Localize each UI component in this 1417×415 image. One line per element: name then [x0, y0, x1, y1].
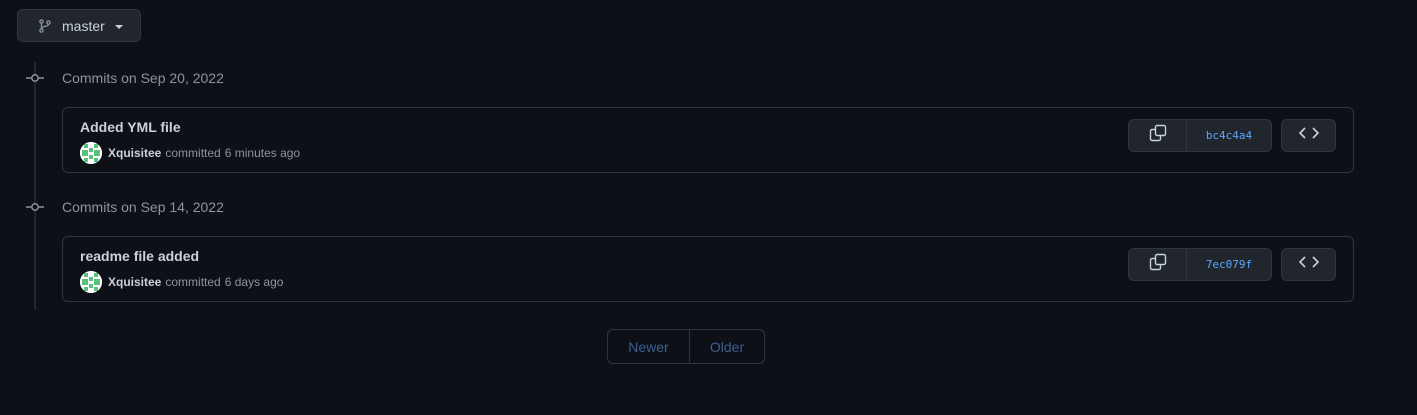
commit-time: 6 days ago	[224, 275, 284, 289]
avatar[interactable]	[80, 142, 102, 164]
commit-sha-link[interactable]: 7ec079f	[1187, 249, 1271, 280]
commit-action: committed	[165, 146, 221, 160]
branch-name: master	[62, 17, 105, 34]
code-icon	[1298, 126, 1319, 145]
commit-title-link[interactable]: readme file added	[80, 248, 199, 264]
commit-sha-link[interactable]: bc4c4a4	[1187, 120, 1271, 151]
copy-sha-button[interactable]	[1129, 120, 1187, 151]
copy-icon	[1149, 124, 1167, 147]
avatar[interactable]	[80, 271, 102, 293]
commit-group-header: Commits on Sep 20, 2022	[26, 68, 224, 88]
commit-item: Added YML file Xquisitee committed 6 min…	[62, 107, 1354, 173]
commit-meta: Xquisitee committed 6 days ago	[80, 271, 283, 293]
commit-action: committed	[165, 275, 221, 289]
pagination: Newer Older	[607, 329, 765, 364]
newer-button[interactable]: Newer	[608, 330, 690, 363]
commit-item: readme file added Xquisitee committed 6 …	[62, 236, 1354, 302]
commit-time: 6 minutes ago	[224, 146, 301, 160]
commit-sha-button-group: bc4c4a4	[1128, 119, 1272, 152]
commit-group-date: Commits on Sep 20, 2022	[62, 70, 224, 86]
commits-page: master Commits on Sep 20, 2022 Added YML…	[0, 0, 1417, 415]
commit-group-header: Commits on Sep 14, 2022	[26, 197, 224, 217]
browse-repository-button[interactable]	[1281, 119, 1336, 152]
commit-title-link[interactable]: Added YML file	[80, 119, 181, 135]
code-icon	[1298, 255, 1319, 274]
chevron-down-icon	[114, 24, 123, 29]
copy-icon	[1149, 253, 1167, 276]
branch-select-button[interactable]: master	[17, 9, 141, 42]
older-button[interactable]: Older	[690, 330, 764, 363]
browse-repository-button[interactable]	[1281, 248, 1336, 281]
commit-sha-button-group: 7ec079f	[1128, 248, 1272, 281]
git-commit-icon	[26, 199, 44, 215]
commit-meta: Xquisitee committed 6 minutes ago	[80, 142, 300, 164]
copy-sha-button[interactable]	[1129, 249, 1187, 280]
git-commit-icon	[26, 70, 44, 86]
commit-group-date: Commits on Sep 14, 2022	[62, 199, 224, 215]
commit-author[interactable]: Xquisitee	[108, 146, 161, 160]
commit-author[interactable]: Xquisitee	[108, 275, 161, 289]
timeline-line	[34, 62, 36, 310]
git-branch-icon	[37, 18, 53, 34]
